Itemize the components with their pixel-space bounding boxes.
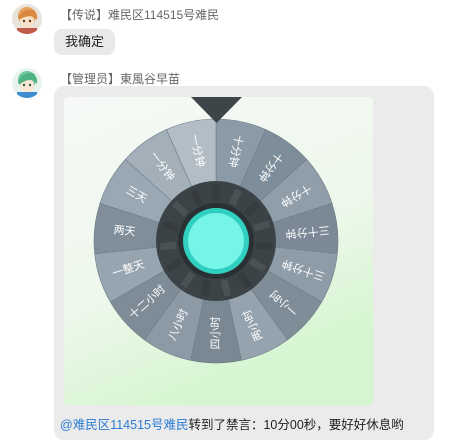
- anime-girl-orange-hair-avatar-icon: [12, 4, 42, 34]
- ring-tick: [255, 241, 273, 251]
- anime-girl-green-hair-avatar-icon: [12, 68, 42, 98]
- ring-tick: [159, 241, 177, 251]
- roulette-wheel: 十分钟 十分钟十分钟三十分钟三十分钟一小时两小时四小时八小时十二小时一整天两天三天…: [64, 97, 373, 405]
- ring-tick: [220, 279, 232, 297]
- avatar[interactable]: [12, 68, 42, 98]
- result-text: 转到了禁言：10分00秒，要好好休息哟: [188, 418, 404, 432]
- ring-tick: [200, 279, 212, 297]
- roulette-image: 十分钟 十分钟 十分钟 三十分钟 三十分钟 一小时 两小时 四小时 八小时 十二小时 一整天 两天 三天…: [64, 97, 373, 405]
- wheel-segment-label: 两天: [113, 223, 136, 238]
- sender-name: 【管理员】東風谷早苗: [60, 70, 180, 87]
- hub-core: [188, 213, 244, 269]
- ring-tick: [161, 220, 180, 232]
- user-mention-link[interactable]: @难民区114515号难民: [60, 418, 188, 432]
- ring-tick: [252, 220, 271, 232]
- sender-name: 【传说】难民区114515号难民: [60, 6, 219, 23]
- sender-tag: 【管理员】: [60, 72, 121, 86]
- avatar[interactable]: [12, 4, 42, 34]
- wheel-segment-label: 四小时: [209, 317, 222, 350]
- message-bubble[interactable]: 我确定: [54, 29, 116, 55]
- sender-name-text: 难民区114515号难民: [108, 8, 220, 22]
- sender-name-text: 東風谷早苗: [120, 72, 181, 86]
- roulette-result-text: @难民区114515号难民转到了禁言：10分00秒，要好好休息哟: [60, 414, 404, 433]
- sender-tag: 【传说】: [60, 8, 109, 22]
